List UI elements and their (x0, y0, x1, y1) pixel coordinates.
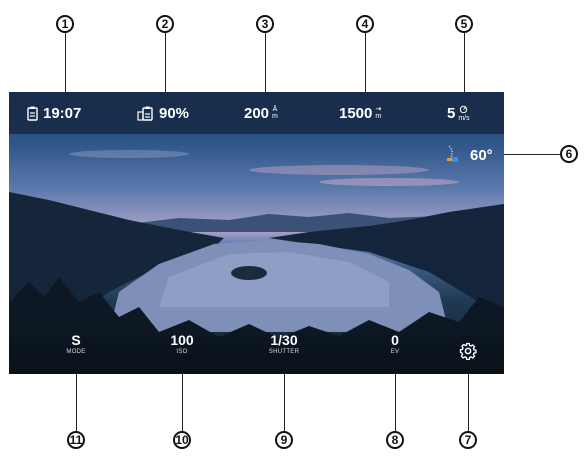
drone-battery-icon (137, 106, 153, 121)
speed-icon: m/s (458, 105, 470, 122)
callout-2: 2 (156, 15, 174, 33)
leader-line-11 (76, 368, 77, 431)
iso-value: 100 (170, 332, 194, 348)
callout-3: 3 (256, 15, 274, 33)
ev-control[interactable]: 0 EV (360, 332, 430, 356)
clipboard-battery-icon (27, 106, 38, 121)
tilt-value: 60° (470, 146, 493, 164)
callout-8: 8 (386, 431, 404, 449)
distance-status: 1500 ⇥ m (339, 92, 381, 134)
callout-1: 1 (56, 15, 74, 33)
iso-label: ISO (176, 349, 188, 355)
callout-11: 11 (67, 431, 85, 449)
gimbal-tilt-icon (447, 145, 458, 162)
time-value: 19:07 (43, 104, 82, 122)
controller-battery-status: 19:07 (27, 92, 81, 134)
settings-gear-icon[interactable] (459, 342, 477, 360)
callout-4: 4 (356, 15, 374, 33)
speed-status: 5 m/s (447, 92, 470, 134)
distance-icon: ⇥ m (375, 106, 382, 120)
distance-value: 1500 (339, 104, 373, 122)
height-icon: Ā m (272, 106, 278, 120)
callout-5: 5 (455, 15, 473, 33)
camera-view[interactable]: 19:07 90% 200 Ā m 1500 ⇥ m 5 m/s 60° S M… (9, 92, 504, 374)
leader-line-8 (395, 368, 396, 431)
leader-line-9 (284, 368, 285, 431)
callout-6: 6 (560, 145, 578, 163)
iso-control[interactable]: 100 ISO (147, 332, 217, 356)
callout-10: 10 (173, 431, 191, 449)
shutter-label: SHUTTER (268, 349, 300, 355)
ev-value: 0 (391, 332, 399, 348)
speed-value: 5 (447, 104, 456, 122)
gimbal-tilt-indicator: 60° (446, 145, 493, 165)
battery-value: 90% (159, 104, 190, 122)
height-status: 200 Ā m (244, 92, 278, 134)
mode-value: S (71, 332, 81, 348)
shutter-control[interactable]: 1/30 SHUTTER (249, 332, 319, 356)
status-bar: 19:07 90% 200 Ā m 1500 ⇥ m 5 m/s (9, 92, 504, 134)
callout-9: 9 (275, 431, 293, 449)
ev-label: EV (390, 349, 400, 355)
callout-7: 7 (459, 431, 477, 449)
shutter-value: 1/30 (270, 332, 298, 348)
mode-label: MODE (66, 349, 86, 355)
height-value: 200 (244, 104, 270, 122)
leader-line-10 (182, 368, 183, 431)
aircraft-battery-status: 90% (137, 92, 189, 134)
mode-control[interactable]: S MODE (41, 332, 111, 356)
